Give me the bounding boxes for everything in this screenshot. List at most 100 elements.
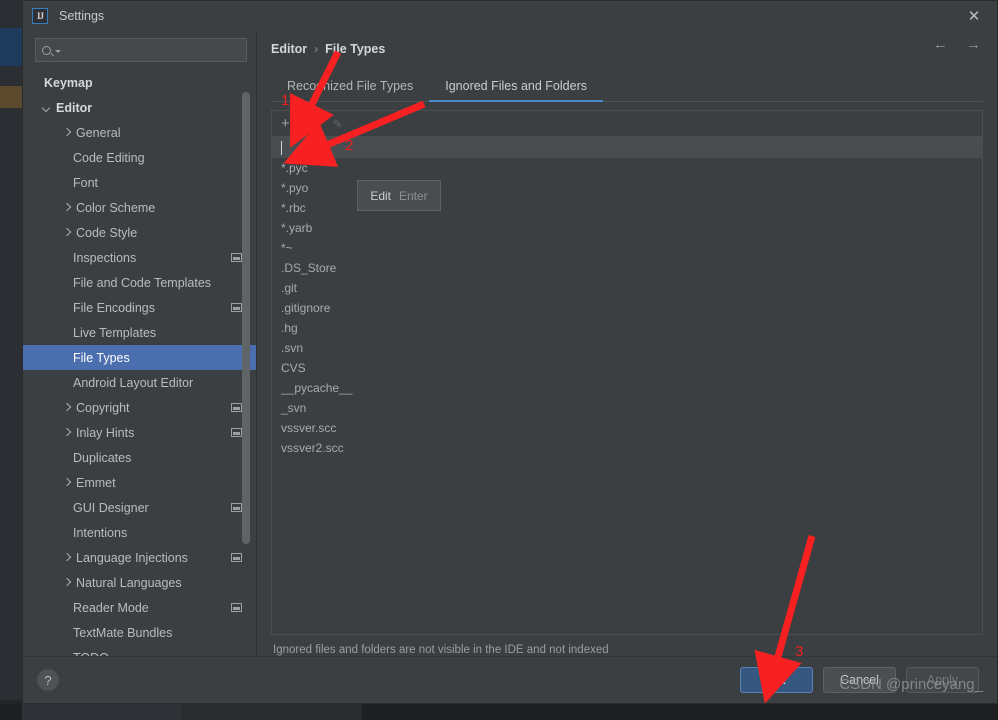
settings-sidebar: Keymap Editor General Code Editing Font Color…	[23, 30, 257, 656]
dialog-titlebar: IJ Settings ✕	[23, 1, 997, 30]
sidebar-item-todo[interactable]: TODO	[23, 645, 256, 657]
list-item[interactable]: .svn	[272, 338, 982, 358]
sidebar-item-code-style[interactable]: Code Style	[23, 220, 256, 245]
breadcrumb-parent[interactable]: Editor	[271, 42, 307, 56]
chevron-right-icon[interactable]	[61, 552, 73, 564]
list-item[interactable]: *~	[272, 238, 982, 258]
list-item[interactable]: *.yarb	[272, 218, 982, 238]
sidebar-item-label: Copyright	[76, 400, 130, 415]
remove-button[interactable]: −	[307, 116, 316, 131]
sidebar-scrollbar-track[interactable]	[242, 30, 253, 656]
search-input[interactable]	[61, 43, 240, 57]
sidebar-item-label: Emmet	[76, 475, 116, 490]
project-scope-icon	[231, 553, 242, 562]
tooltip-label: Edit	[370, 188, 391, 203]
sidebar-item-label: Inlay Hints	[76, 425, 135, 440]
taskbar-segment-2[interactable]	[182, 704, 362, 720]
search-box[interactable]	[35, 38, 247, 62]
sidebar-item-live-templates[interactable]: Live Templates	[23, 320, 256, 345]
breadcrumb-current: File Types	[325, 41, 386, 56]
list-item[interactable]: vssver2.scc	[272, 438, 982, 458]
sidebar-item-label: Font	[73, 175, 99, 190]
main-panel: Editor › File Types ← → Recognized File …	[257, 30, 997, 656]
sidebar-item-code-editing[interactable]: Code Editing	[23, 145, 256, 170]
ok-button[interactable]: OK	[740, 667, 813, 693]
sidebar-item-intentions[interactable]: Intentions	[23, 520, 256, 545]
help-button[interactable]: ?	[37, 669, 59, 691]
chevron-right-icon[interactable]	[61, 402, 73, 414]
chevron-right-icon[interactable]	[61, 427, 73, 439]
chevron-right-icon[interactable]	[61, 227, 73, 239]
sidebar-item-copyright[interactable]: Copyright	[23, 395, 256, 420]
list-item[interactable]: .git	[272, 278, 982, 298]
list-item[interactable]: CVS	[272, 358, 982, 378]
sidebar-item-color-scheme[interactable]: Color Scheme	[23, 195, 256, 220]
project-scope-icon	[231, 403, 242, 412]
sidebar-item-label: Live Templates	[73, 325, 157, 340]
sidebar-item-label: Android Layout Editor	[73, 375, 194, 390]
sidebar-item-label: General	[76, 125, 121, 140]
chevron-right-icon[interactable]	[61, 202, 73, 214]
sidebar-item-gui-designer[interactable]: GUI Designer	[23, 495, 256, 520]
edit-button[interactable]: ✎	[333, 118, 343, 130]
sidebar-item-general[interactable]: General	[23, 120, 256, 145]
sidebar-item-android-layout-editor[interactable]: Android Layout Editor	[23, 370, 256, 395]
tab-ignored-files-and-folders[interactable]: Ignored Files and Folders	[429, 79, 603, 102]
chevron-right-icon[interactable]	[61, 577, 73, 589]
sidebar-item-natural-languages[interactable]: Natural Languages	[23, 570, 256, 595]
forward-arrow-icon[interactable]: →	[966, 37, 981, 52]
sidebar-item-file-types[interactable]: File Types	[23, 345, 256, 370]
sidebar-item-emmet[interactable]: Emmet	[23, 470, 256, 495]
list-item[interactable]: .gitignore	[272, 298, 982, 318]
ignored-list-scroll: *.pyc *.pyo *.rbc *.yarb *~ .DS_Store .git .git…	[272, 137, 982, 634]
chevron-right-icon[interactable]	[61, 477, 73, 489]
sidebar-item-label: TextMate Bundles	[73, 625, 173, 640]
list-item[interactable]: _svn	[272, 398, 982, 418]
taskbar-segment-1[interactable]	[22, 704, 182, 720]
chevron-right-icon[interactable]	[61, 127, 73, 139]
intellij-idea-icon: IJ	[32, 7, 48, 24]
list-item[interactable]: .DS_Store	[272, 258, 982, 278]
sidebar-item-keymap[interactable]: Keymap	[23, 70, 256, 95]
sidebar-item-file-encodings[interactable]: File Encodings	[23, 295, 256, 320]
list-item[interactable]: *.pyc	[272, 158, 982, 178]
sidebar-item-inspections[interactable]: Inspections	[23, 245, 256, 270]
sidebar-item-language-injections[interactable]: Language Injections	[23, 545, 256, 570]
project-scope-icon	[231, 503, 242, 512]
settings-tree: Keymap Editor General Code Editing Font Color…	[23, 68, 256, 656]
sidebar-item-file-and-code-templates[interactable]: File and Code Templates	[23, 270, 256, 295]
back-arrow-icon[interactable]: ←	[933, 37, 948, 52]
tab-bar: Recognized File Types Ignored Files and F…	[271, 70, 983, 102]
cancel-button[interactable]: Cancel	[823, 667, 896, 693]
sidebar-item-inlay-hints[interactable]: Inlay Hints	[23, 420, 256, 445]
new-entry-field[interactable]	[272, 137, 982, 158]
sidebar-scrollbar-thumb[interactable]	[242, 92, 250, 544]
sidebar-item-duplicates[interactable]: Duplicates	[23, 445, 256, 470]
list-item[interactable]: vssver.scc	[272, 418, 982, 438]
list-item[interactable]: .hg	[272, 318, 982, 338]
sidebar-item-label: File Types	[73, 350, 130, 365]
sidebar-item-label: GUI Designer	[73, 500, 149, 515]
add-button[interactable]: +	[281, 116, 290, 131]
navigation-arrows: ← →	[933, 37, 981, 52]
sidebar-item-label: Duplicates	[73, 450, 132, 465]
project-scope-icon	[231, 253, 242, 262]
chevron-down-icon[interactable]	[41, 102, 53, 114]
sidebar-item-reader-mode[interactable]: Reader Mode	[23, 595, 256, 620]
sidebar-item-textmate-bundles[interactable]: TextMate Bundles	[23, 620, 256, 645]
close-icon[interactable]: ✕	[951, 1, 997, 30]
tab-recognized-file-types[interactable]: Recognized File Types	[271, 79, 429, 101]
list-toolbar: + − ✎	[272, 111, 982, 137]
desktop-accent-block-2	[0, 86, 22, 108]
apply-button[interactable]: Apply	[906, 667, 979, 693]
list-item[interactable]: __pycache__	[272, 378, 982, 398]
sidebar-item-font[interactable]: Font	[23, 170, 256, 195]
sidebar-item-editor[interactable]: Editor	[23, 95, 256, 120]
